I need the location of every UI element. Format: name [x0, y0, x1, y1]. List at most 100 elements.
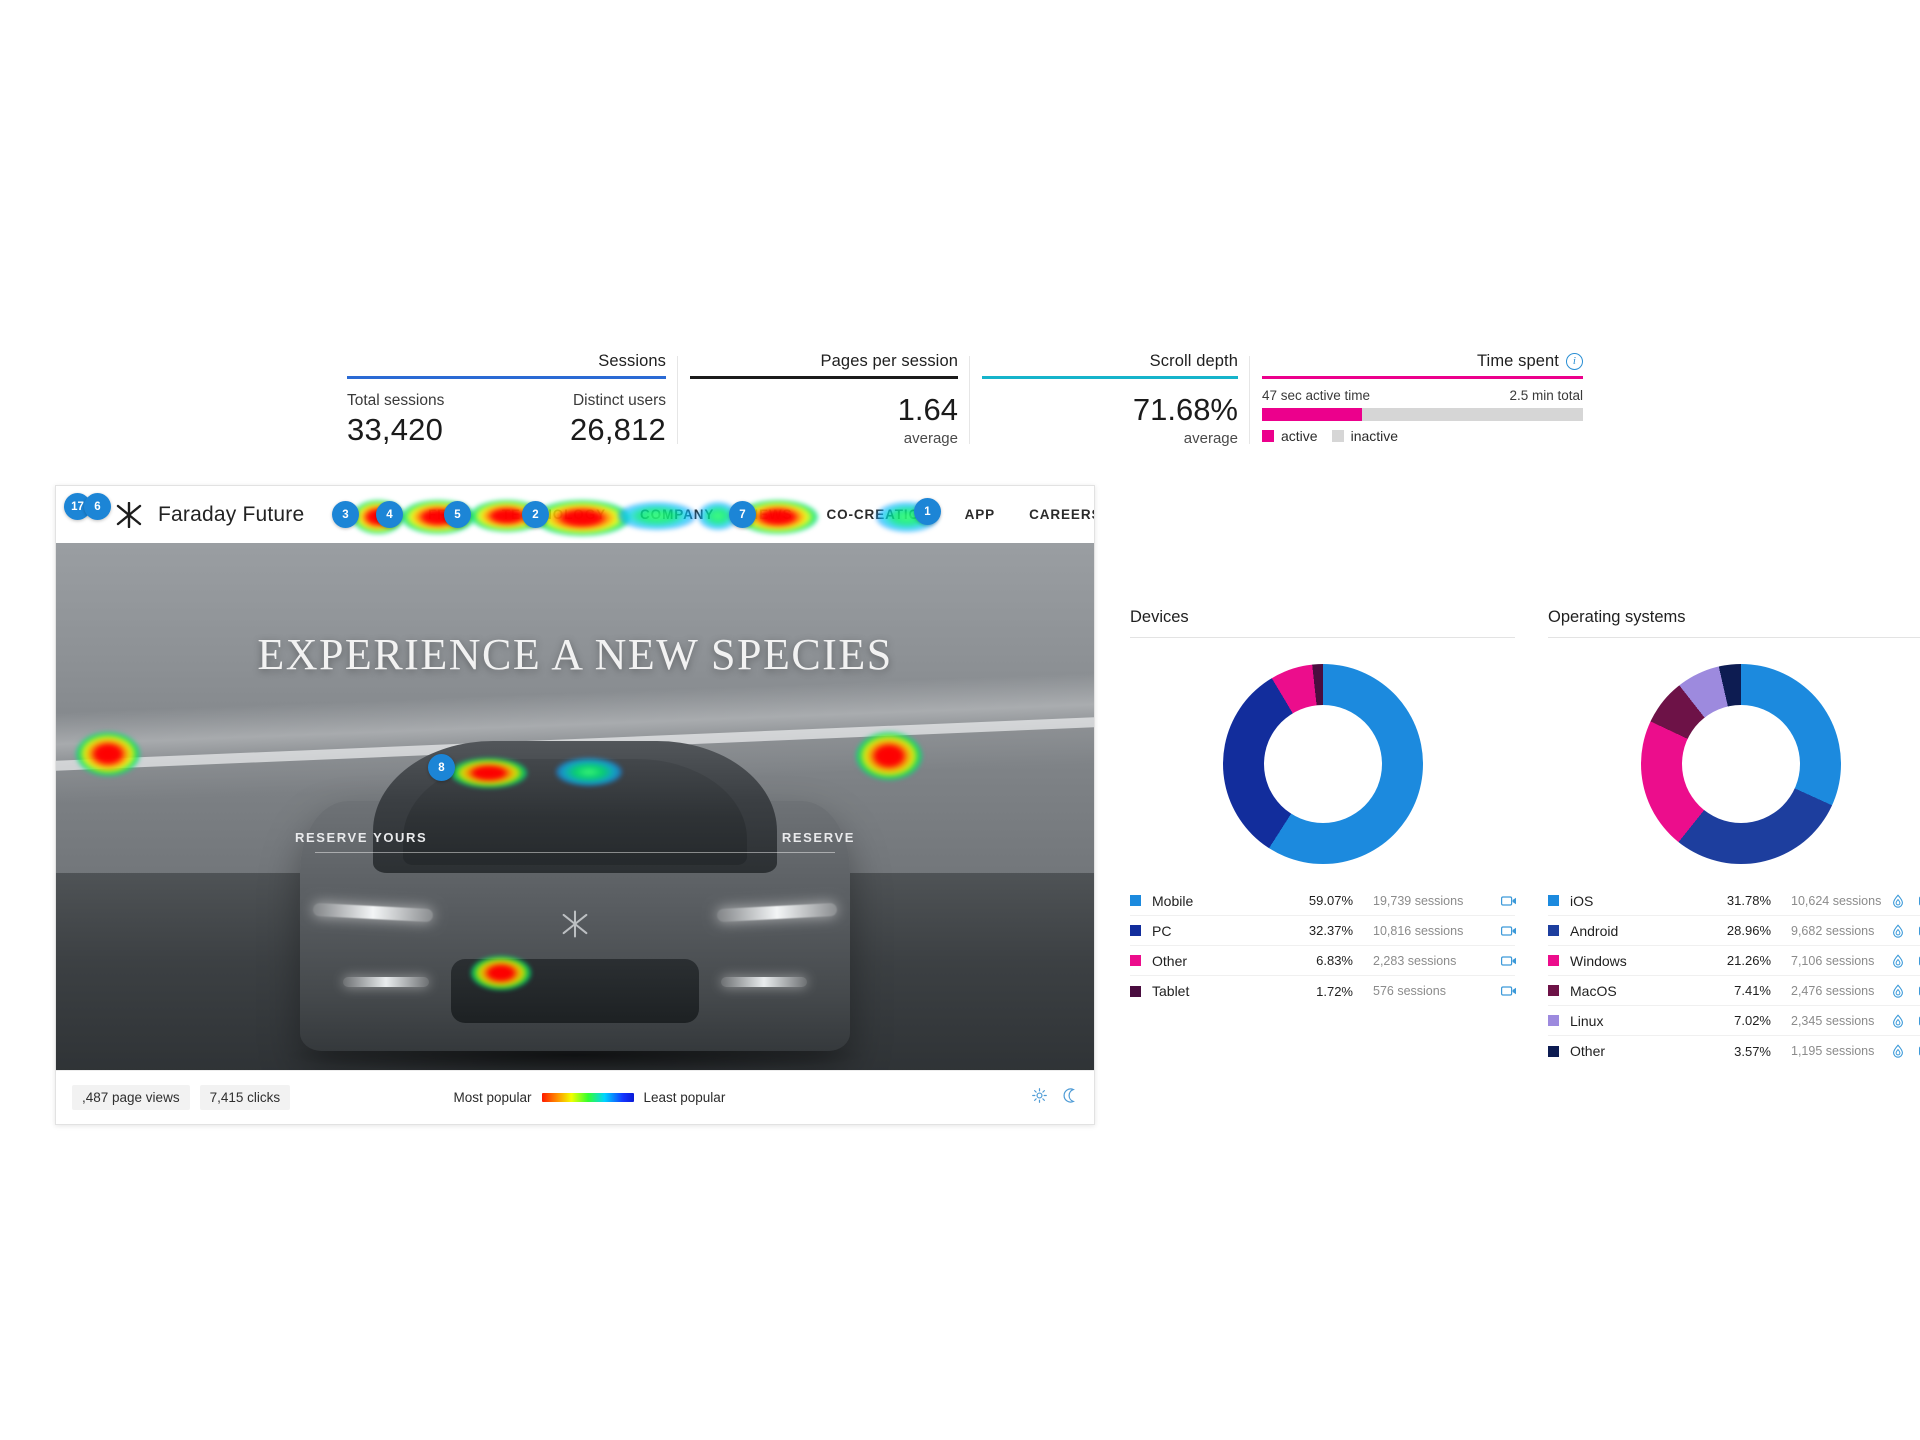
legend-label: PC: [1152, 922, 1172, 939]
legend-row[interactable]: MacOS 7.41% 2,476 sessions: [1548, 976, 1920, 1006]
legend-item-inactive: inactive: [1331, 427, 1399, 444]
heat-scale-legend: Most popular Least popular: [453, 1090, 725, 1105]
legend-label: Android: [1570, 922, 1619, 939]
legend-percentage: 7.41%: [1734, 983, 1771, 998]
metric-sub-pages-per-session: average: [903, 430, 958, 448]
legend-label: Other: [1570, 1043, 1606, 1059]
click-rank-badge[interactable]: 4: [376, 501, 403, 528]
moon-icon[interactable]: [1063, 1087, 1078, 1108]
click-rank-badge[interactable]: 6: [84, 493, 111, 520]
video-icon[interactable]: [1501, 894, 1516, 908]
legend-row[interactable]: Tablet 1.72% 576 sessions: [1130, 976, 1516, 1006]
metrics-row: Sessions Total sessions 33,420 Distinct …: [335, 352, 1627, 450]
legend-row[interactable]: iOS 31.78% 10,624 sessions: [1548, 886, 1920, 916]
legend-percentage: 3.57%: [1734, 1043, 1771, 1059]
click-rank-badge[interactable]: 2: [522, 501, 549, 528]
kpi-total-sessions: Total sessions 33,420: [347, 391, 444, 451]
legend-sessions-count: 2,283 sessions: [1373, 953, 1457, 968]
legend-swatch: [1130, 895, 1141, 906]
legend-label: Linux: [1570, 1012, 1604, 1029]
heat-drop-icon[interactable]: [1891, 953, 1905, 968]
legend-percentage: 6.83%: [1316, 953, 1353, 968]
legend-label: iOS: [1570, 892, 1594, 909]
legend-sessions-count: 19,739 sessions: [1373, 893, 1464, 908]
info-icon[interactable]: i: [1566, 353, 1583, 370]
legend-label: Windows: [1570, 952, 1627, 969]
legend-action-icons: [1883, 1044, 1920, 1058]
kpi-value-distinct-users: 26,812: [569, 411, 666, 447]
legend-row[interactable]: Other 6.83% 2,283 sessions: [1130, 946, 1516, 976]
heat-scale-gradient: [541, 1093, 634, 1102]
legend-label: Tablet: [1152, 983, 1190, 999]
legend-swatch: [1130, 955, 1141, 966]
legend-row[interactable]: Mobile 59.07% 19,739 sessions: [1130, 886, 1516, 916]
legend-sessions-count: 2,345 sessions: [1791, 1013, 1875, 1028]
heat-drop-icon[interactable]: [1891, 1013, 1905, 1028]
metric-title-sessions: Sessions: [598, 352, 666, 370]
video-icon[interactable]: [1501, 924, 1516, 938]
click-rank-badge[interactable]: 1: [914, 498, 941, 525]
legend-percentage: 7.02%: [1734, 1013, 1771, 1028]
legend-action-icons: [1465, 984, 1516, 998]
legend-sessions-count: 7,106 sessions: [1791, 953, 1875, 968]
video-icon[interactable]: [1501, 984, 1516, 998]
legend-action-icons: [1883, 1013, 1920, 1028]
legend-percentage: 31.78%: [1726, 893, 1771, 908]
kpi-value-total-sessions: 33,420: [347, 411, 444, 447]
operating-systems-legend: iOS 31.78% 10,624 sessions Android 28.96% 9,6…: [1548, 886, 1920, 1066]
click-rank-badge[interactable]: 7: [729, 501, 756, 528]
heat-drop-icon[interactable]: [1891, 1044, 1905, 1058]
clicks-pill: 7,415 clicks: [199, 1085, 291, 1110]
metric-title-time-spent: Time spent i: [1262, 352, 1583, 376]
legend-percentage: 21.26%: [1726, 953, 1771, 968]
page-views-pill: ,487 page views: [72, 1085, 190, 1110]
legend-action-icons: [1465, 924, 1516, 938]
kpi-label-total-sessions: Total sessions: [347, 391, 445, 409]
legend-swatch: [1548, 925, 1559, 936]
metric-value-pages-per-session: 1.64: [897, 391, 958, 427]
active-time-label: 47 sec active time: [1262, 387, 1371, 403]
devices-donut-wrap: [1130, 638, 1515, 864]
os-donut-chart[interactable]: [1640, 664, 1841, 864]
heat-drop-icon[interactable]: [1891, 893, 1905, 908]
sun-icon[interactable]: [1032, 1087, 1047, 1108]
metric-title-time-spent-text: Time spent: [1476, 352, 1559, 370]
legend-row[interactable]: Windows 21.26% 7,106 sessions: [1548, 946, 1920, 976]
legend-percentage: 1.72%: [1316, 983, 1353, 999]
time-spent-bar-active-fill: [1262, 407, 1363, 421]
display-mode-toggles: [1032, 1087, 1078, 1108]
legend-label-inactive: inactive: [1350, 427, 1399, 444]
click-rank-badge[interactable]: 8: [428, 754, 455, 781]
heat-drop-icon[interactable]: [1891, 923, 1905, 938]
click-rank-badge[interactable]: 3: [332, 501, 359, 528]
legend-percentage: 32.37%: [1308, 923, 1353, 938]
legend-row[interactable]: Other 3.57% 1,195 sessions: [1548, 1036, 1920, 1066]
scale-label-least: Least popular: [643, 1090, 726, 1105]
legend-row[interactable]: Linux 7.02% 2,345 sessions: [1548, 1006, 1920, 1036]
metric-title-pages-per-session: Pages per session: [820, 352, 958, 370]
legend-swatch: [1548, 1015, 1559, 1026]
kpi-distinct-users: Distinct users 26,812: [570, 391, 666, 451]
os-donut-wrap: [1548, 638, 1920, 864]
legend-swatch-inactive: [1331, 429, 1344, 442]
metric-card-time-spent: Time spent i 47 sec active time 2.5 min …: [1250, 352, 1595, 450]
legend-sessions-count: 10,624 sessions: [1791, 893, 1882, 908]
legend-row[interactable]: Android 28.96% 9,682 sessions: [1548, 916, 1920, 946]
legend-label: Other: [1152, 952, 1188, 969]
total-time-label: 2.5 min total: [1509, 387, 1583, 403]
devices-donut-chart[interactable]: [1222, 664, 1423, 864]
devices-legend: Mobile 59.07% 19,739 sessions PC 32.37% 10,81…: [1130, 886, 1516, 1006]
legend-action-icons: [1465, 954, 1516, 968]
devices-title: Devices: [1130, 608, 1189, 626]
heat-drop-icon[interactable]: [1891, 983, 1905, 998]
legend-action-icons: [1883, 983, 1920, 998]
time-spent-bar: [1262, 407, 1583, 421]
click-rank-badge[interactable]: 5: [444, 501, 471, 528]
video-icon[interactable]: [1501, 954, 1516, 968]
legend-sessions-count: 9,682 sessions: [1791, 923, 1875, 938]
legend-action-icons: [1465, 894, 1516, 908]
kpi-label-distinct-users: Distinct users: [572, 391, 666, 409]
metric-title-scroll-depth: Scroll depth: [1149, 352, 1238, 370]
legend-swatch: [1548, 1045, 1559, 1057]
legend-row[interactable]: PC 32.37% 10,816 sessions: [1130, 916, 1516, 946]
